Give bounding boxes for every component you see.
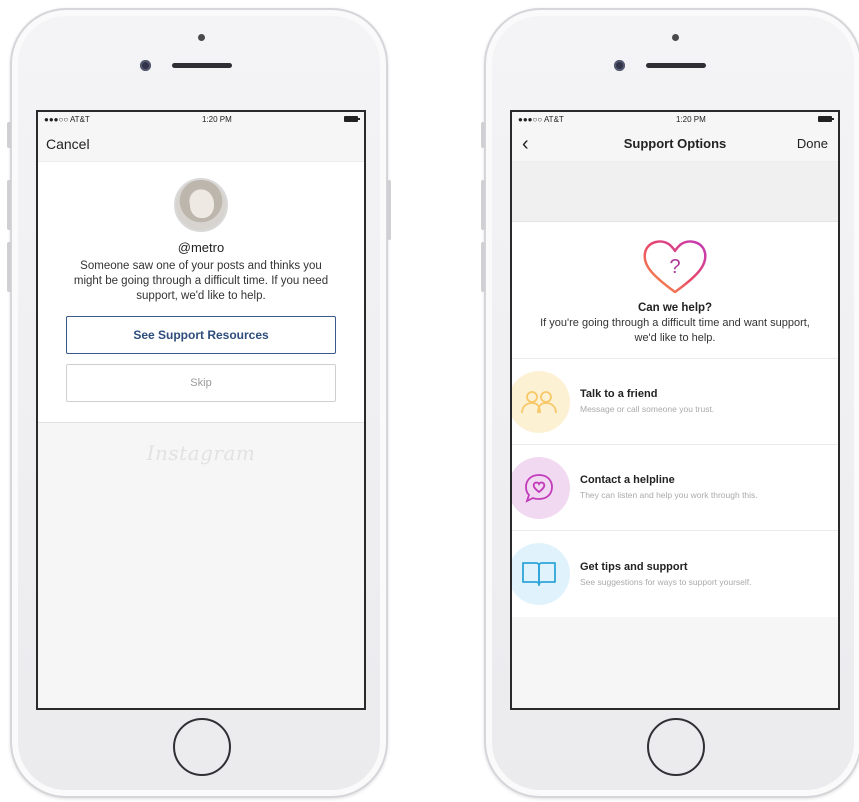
support-options-card: ? Can we help? If you're going through a… — [512, 222, 838, 617]
status-bar: ●●●○○ AT&T 1:20 PM — [512, 112, 838, 126]
status-bar: ●●●○○ AT&T 1:20 PM — [38, 112, 364, 126]
option-talk-to-friend[interactable]: Talk to a friend Message or call someone… — [512, 359, 838, 445]
support-message: Someone saw one of your posts and thinks… — [73, 260, 329, 302]
carrier-label: ●●●○○ AT&T — [44, 114, 90, 124]
status-time: 1:20 PM — [202, 114, 232, 124]
username: @metro — [177, 240, 225, 255]
status-time: 1:20 PM — [676, 114, 706, 124]
option-description: They can listen and help you work throug… — [580, 490, 758, 500]
front-camera — [614, 60, 625, 71]
done-button[interactable]: Done — [788, 136, 828, 151]
help-title: Can we help? — [637, 302, 713, 314]
battery-icon — [344, 116, 360, 122]
proximity-sensor — [198, 34, 205, 41]
option-title: Get tips and support — [580, 560, 688, 573]
helpline-chat-icon — [512, 456, 570, 519]
home-button[interactable] — [173, 718, 231, 776]
book-icon — [512, 543, 570, 605]
front-camera — [140, 60, 151, 71]
skip-button[interactable]: Skip — [66, 364, 336, 402]
cancel-button[interactable]: Cancel — [46, 136, 90, 152]
page-title: Support Options — [623, 136, 727, 151]
avatar — [174, 178, 228, 232]
support-prompt-card: @metro Someone saw one of your posts and… — [38, 162, 364, 423]
screen-right: ●●●○○ AT&T 1:20 PM ‹ Support Options Don… — [510, 110, 840, 710]
volume-up-button — [481, 180, 485, 230]
svg-text:?: ? — [669, 256, 680, 278]
home-button[interactable] — [647, 718, 705, 776]
mute-switch — [481, 122, 485, 148]
power-button — [387, 180, 391, 240]
option-description: See suggestions for ways to support your… — [580, 576, 752, 587]
see-support-resources-button[interactable]: See Support Resources — [66, 316, 336, 354]
spacer-band — [512, 162, 838, 222]
option-get-tips[interactable]: Get tips and support See suggestions for… — [512, 531, 838, 617]
back-chevron-icon[interactable]: ‹ — [522, 134, 562, 154]
proximity-sensor — [672, 34, 679, 41]
option-title: Contact a helpline — [580, 474, 675, 486]
nav-bar: Cancel — [38, 126, 364, 162]
instagram-logo: Instagram — [146, 441, 256, 465]
phone-right: ●●●○○ AT&T 1:20 PM ‹ Support Options Don… — [481, 8, 859, 798]
screen-left: ●●●○○ AT&T 1:20 PM Cancel @metro Someone… — [36, 110, 366, 710]
earpiece-speaker — [172, 63, 232, 68]
option-contact-helpline[interactable]: Contact a helpline They can listen and h… — [512, 445, 838, 531]
phone-left: ●●●○○ AT&T 1:20 PM Cancel @metro Someone… — [7, 8, 391, 798]
heart-question-icon: ? — [640, 236, 710, 298]
volume-up-button — [7, 180, 11, 230]
option-description: Message or call someone you trust. — [580, 404, 715, 414]
battery-icon — [818, 116, 834, 122]
help-subtitle: If you're going through a difficult time… — [540, 317, 810, 344]
mute-switch — [7, 122, 11, 148]
volume-down-button — [481, 242, 485, 292]
volume-down-button — [7, 242, 11, 292]
nav-bar: ‹ Support Options Done — [512, 126, 838, 162]
friends-icon — [512, 370, 570, 433]
earpiece-speaker — [646, 63, 706, 68]
carrier-label: ●●●○○ AT&T — [518, 114, 564, 124]
option-title: Talk to a friend — [580, 388, 658, 400]
help-header: ? Can we help? If you're going through a… — [512, 222, 838, 359]
